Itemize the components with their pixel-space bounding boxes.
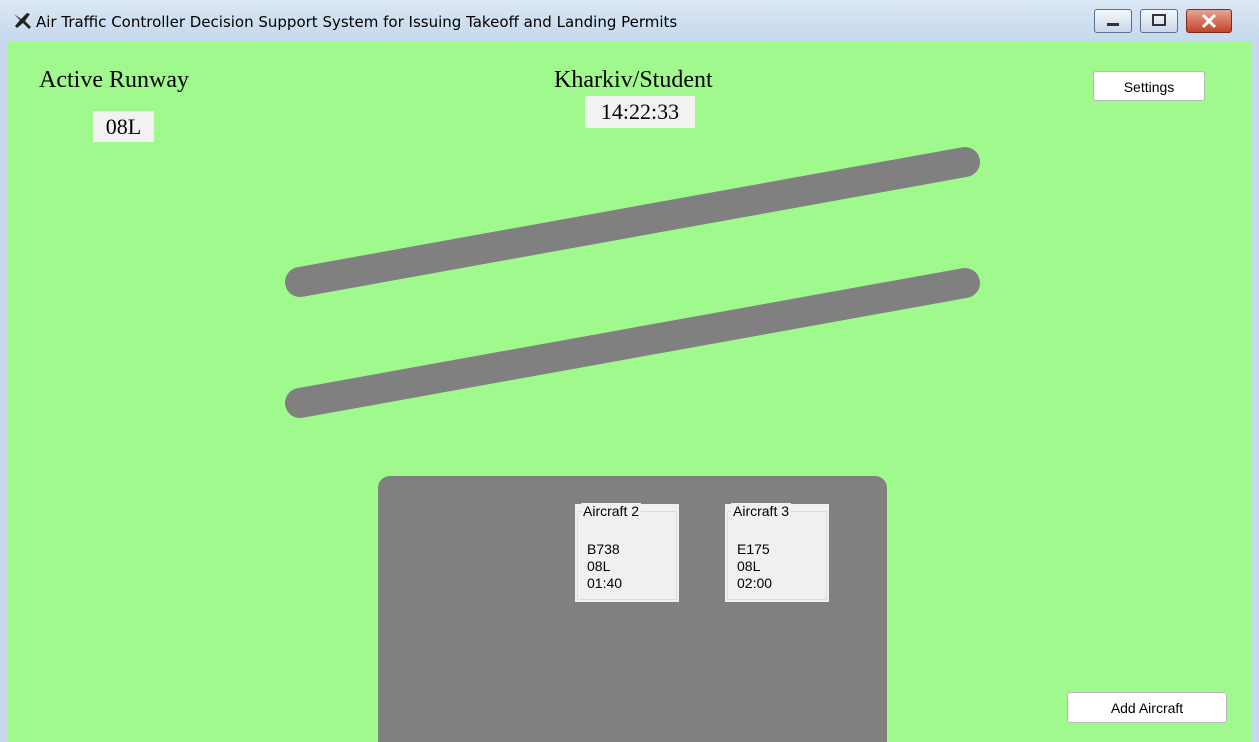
- aircraft-time: 02:00: [737, 575, 773, 591]
- aircraft-card[interactable]: Aircraft 3 E175 08L 02:00: [725, 503, 829, 602]
- title-bar[interactable]: Air Traffic Controller Decision Support …: [0, 0, 1259, 42]
- window-title: Air Traffic Controller Decision Support …: [36, 13, 678, 31]
- aircraft-type: E175: [737, 541, 770, 557]
- close-button[interactable]: [1186, 9, 1232, 33]
- minimize-icon: [1107, 23, 1119, 26]
- aircraft-runway: 08L: [737, 558, 761, 574]
- apron: Aircraft 2 B738 08L 01:40 Aircraft 3 E17…: [378, 476, 887, 742]
- aircraft-runway: 08L: [587, 558, 611, 574]
- aircraft-type: B738: [587, 541, 620, 557]
- runway-map: [285, 147, 980, 418]
- add-aircraft-button[interactable]: Add Aircraft: [1067, 692, 1227, 723]
- aircraft-title: Aircraft 2: [581, 503, 642, 519]
- aircraft-card[interactable]: Aircraft 2 B738 08L 01:40: [575, 503, 679, 602]
- maximize-icon: [1152, 14, 1166, 26]
- aircraft-title: Aircraft 3: [731, 503, 792, 519]
- runway-08R[interactable]: [285, 147, 980, 297]
- aircraft-time: 01:40: [587, 575, 623, 591]
- minimize-button[interactable]: [1094, 9, 1132, 33]
- airplane-icon: [14, 13, 31, 29]
- close-icon: [1201, 13, 1217, 29]
- main-canvas: Active Runway 08L Kharkiv/Student 14:22:…: [8, 42, 1251, 742]
- maximize-button[interactable]: [1140, 9, 1178, 33]
- app-window: Air Traffic Controller Decision Support …: [0, 0, 1259, 742]
- runway-08L[interactable]: [285, 268, 980, 418]
